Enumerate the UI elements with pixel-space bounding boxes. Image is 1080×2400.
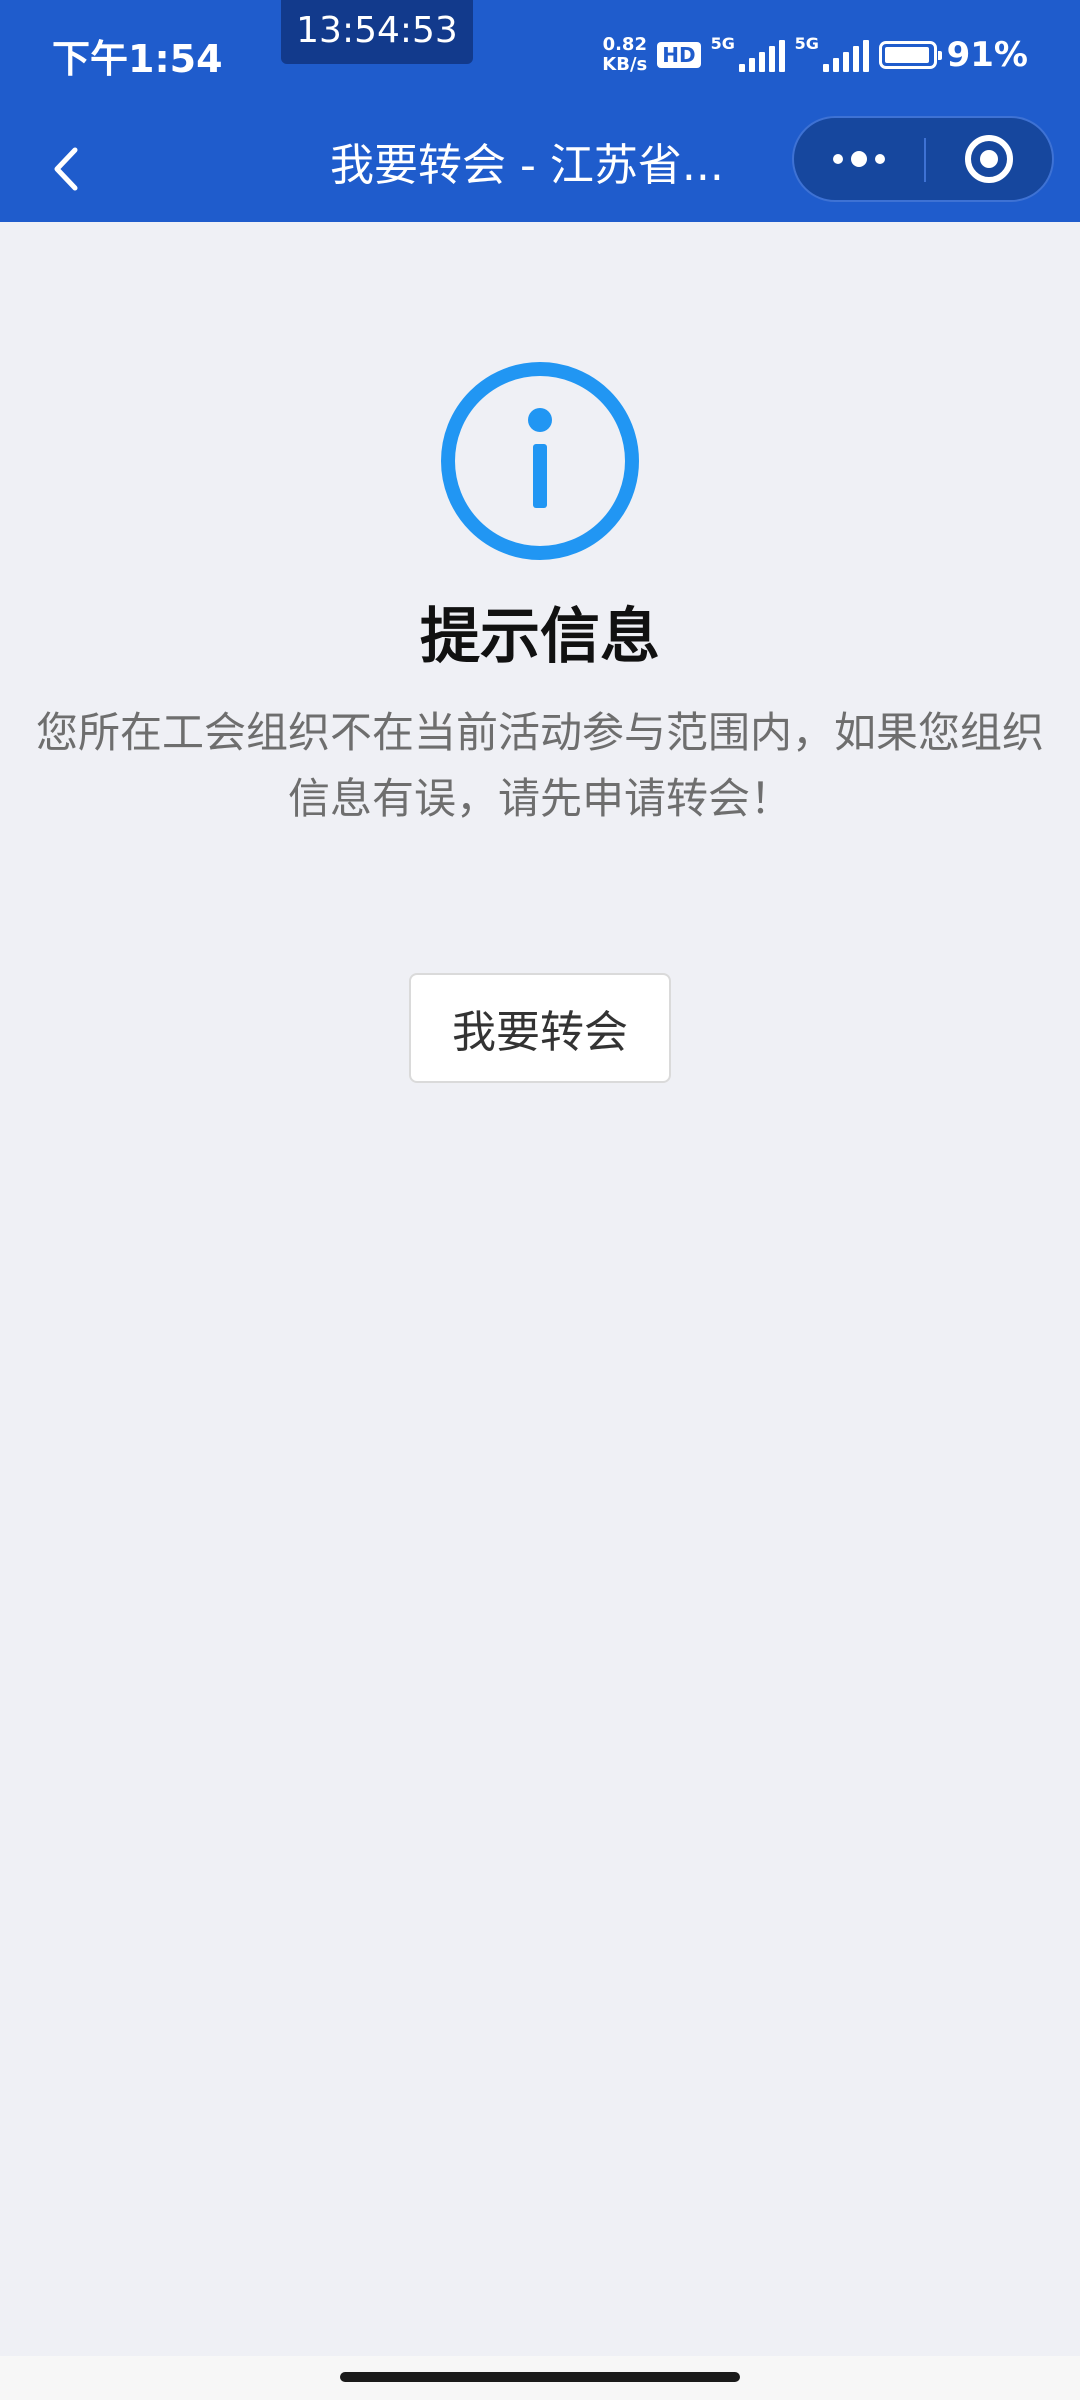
info-icon — [441, 362, 639, 560]
status-time: 下午1:54 — [52, 37, 223, 81]
signal-strength-icon: 5G — [711, 34, 785, 72]
target-circle-icon — [965, 135, 1013, 183]
status-indicators: 0.82 KB/s HD 5G 5G 91% — [602, 30, 1028, 80]
back-button[interactable] — [36, 132, 96, 206]
miniprogram-capsule — [792, 116, 1054, 202]
signal-type-label: 5G — [794, 34, 819, 53]
prompt-title: 提示信息 — [420, 602, 660, 672]
network-speed: 0.82 KB/s — [602, 35, 647, 75]
hd-voice-icon: HD — [657, 42, 701, 68]
prompt-message: 您所在工会组织不在当前活动参与范围内，如果您组织信息有误，请先申请转会！ — [35, 708, 1044, 823]
network-speed-value: 0.82 — [602, 34, 647, 55]
status-bar: 下午1:54 13:54:53 0.82 KB/s HD 5G 5G 91% — [0, 0, 1080, 116]
navigation-bar: 我要转会 - 江苏省... — [0, 116, 1080, 222]
page-title: 我要转会 - 江苏省... — [330, 140, 724, 191]
more-dots-icon — [833, 151, 885, 167]
close-miniprogram-button[interactable] — [926, 118, 1052, 200]
network-speed-unit: KB/s — [602, 54, 648, 75]
battery-icon — [878, 41, 942, 69]
more-button[interactable] — [794, 118, 924, 200]
battery-percent: 91% — [946, 35, 1028, 75]
transfer-union-button[interactable]: 我要转会 — [409, 973, 671, 1083]
signal-strength-icon: 5G — [795, 34, 869, 72]
clock-overlay: 13:54:53 — [281, 0, 473, 64]
chevron-left-icon — [54, 147, 78, 191]
home-indicator[interactable] — [340, 2372, 740, 2382]
signal-type-label: 5G — [710, 34, 735, 53]
